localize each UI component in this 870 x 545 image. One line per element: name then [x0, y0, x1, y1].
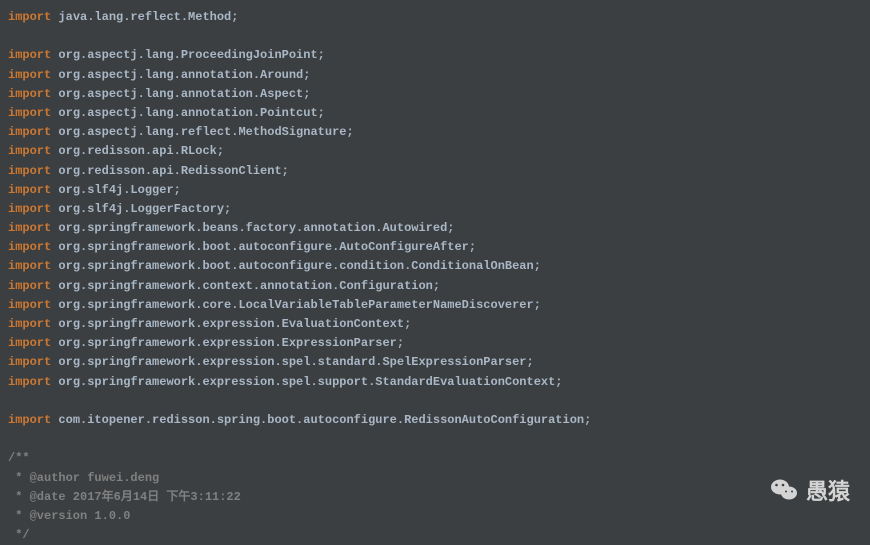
code-line: import org.springframework.context.annot… [8, 277, 862, 296]
import-path: org.springframework.context.annotation.C… [51, 279, 440, 293]
comment-line: * @date 2017年6月14日 下午3:11:22 [8, 488, 862, 507]
keyword: import [8, 413, 51, 427]
import-path: org.springframework.expression.spel.stan… [51, 355, 533, 369]
code-line: import org.redisson.api.RLock; [8, 142, 862, 161]
code-line: import org.springframework.expression.Ex… [8, 334, 862, 353]
keyword: import [8, 336, 51, 350]
keyword: import [8, 48, 51, 62]
code-line: import org.springframework.beans.factory… [8, 219, 862, 238]
keyword: import [8, 183, 51, 197]
comment-line: * @author fuwei.deng [8, 469, 862, 488]
import-path: org.aspectj.lang.annotation.Aspect; [51, 87, 310, 101]
code-editor-content: import java.lang.reflect.Method; import … [8, 8, 862, 545]
import-path: org.springframework.expression.spel.supp… [51, 375, 562, 389]
keyword: import [8, 125, 51, 139]
import-path: org.springframework.boot.autoconfigure.A… [51, 240, 476, 254]
import-path: org.springframework.core.LocalVariableTa… [51, 298, 541, 312]
code-line [8, 392, 862, 411]
comment-line: /** [8, 449, 862, 468]
keyword: import [8, 106, 51, 120]
keyword: import [8, 221, 51, 235]
code-line: import org.springframework.expression.Ev… [8, 315, 862, 334]
keyword: import [8, 355, 51, 369]
import-path: org.redisson.api.RLock; [51, 144, 224, 158]
code-line [8, 27, 862, 46]
code-line: import org.slf4j.Logger; [8, 181, 862, 200]
code-line: import org.springframework.boot.autoconf… [8, 257, 862, 276]
keyword: import [8, 317, 51, 331]
keyword: import [8, 298, 51, 312]
import-path: org.aspectj.lang.annotation.Around; [51, 68, 310, 82]
import-path: org.redisson.api.RedissonClient; [51, 164, 289, 178]
code-line: import org.springframework.core.LocalVar… [8, 296, 862, 315]
keyword: import [8, 87, 51, 101]
code-line: import org.redisson.api.RedissonClient; [8, 162, 862, 181]
keyword: import [8, 202, 51, 216]
import-path: org.aspectj.lang.annotation.Pointcut; [51, 106, 325, 120]
import-path: org.aspectj.lang.ProceedingJoinPoint; [51, 48, 325, 62]
code-line: import org.aspectj.lang.annotation.Aspec… [8, 85, 862, 104]
code-line: import java.lang.reflect.Method; [8, 8, 862, 27]
import-path: org.springframework.beans.factory.annota… [51, 221, 454, 235]
import-path: org.slf4j.LoggerFactory; [51, 202, 231, 216]
import-path: java.lang.reflect.Method; [51, 10, 238, 24]
keyword: import [8, 164, 51, 178]
code-line: import org.aspectj.lang.ProceedingJoinPo… [8, 46, 862, 65]
keyword: import [8, 144, 51, 158]
code-line: import org.springframework.expression.sp… [8, 373, 862, 392]
wechat-icon [770, 478, 798, 502]
code-line: import com.itopener.redisson.spring.boot… [8, 411, 862, 430]
import-path: org.springframework.expression.Expressio… [51, 336, 404, 350]
code-line: import org.aspectj.lang.annotation.Aroun… [8, 66, 862, 85]
code-line: import org.springframework.boot.autoconf… [8, 238, 862, 257]
keyword: import [8, 375, 51, 389]
keyword: import [8, 10, 51, 24]
keyword: import [8, 240, 51, 254]
import-path: org.slf4j.Logger; [51, 183, 181, 197]
watermark-text: 愚猿 [806, 474, 850, 506]
keyword: import [8, 68, 51, 82]
import-path: org.aspectj.lang.reflect.MethodSignature… [51, 125, 353, 139]
keyword: import [8, 259, 51, 273]
code-line: import org.aspectj.lang.reflect.MethodSi… [8, 123, 862, 142]
code-line: import org.slf4j.LoggerFactory; [8, 200, 862, 219]
import-path: org.springframework.expression.Evaluatio… [51, 317, 411, 331]
import-path: org.springframework.boot.autoconfigure.c… [51, 259, 541, 273]
keyword: import [8, 279, 51, 293]
code-line: import org.aspectj.lang.annotation.Point… [8, 104, 862, 123]
code-line [8, 430, 862, 449]
comment-line: * @version 1.0.0 [8, 507, 862, 526]
watermark: 愚猿 [770, 474, 850, 506]
code-line: import org.springframework.expression.sp… [8, 353, 862, 372]
import-path: com.itopener.redisson.spring.boot.autoco… [51, 413, 591, 427]
